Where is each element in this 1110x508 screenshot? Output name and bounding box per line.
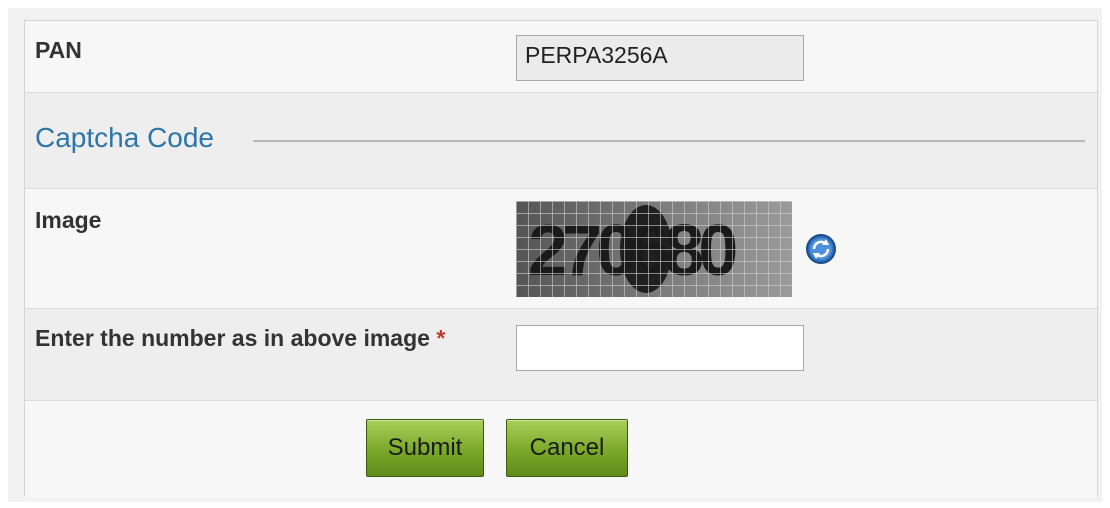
pan-label: PAN — [35, 37, 82, 63]
captcha-image: 270680 — [516, 201, 792, 297]
cancel-button[interactable]: Cancel — [506, 419, 628, 477]
enter-number-label: Enter the number as in above image * — [35, 323, 465, 353]
refresh-icon[interactable] — [805, 233, 837, 265]
captcha-number-input[interactable] — [516, 325, 804, 371]
section-divider — [253, 140, 1085, 142]
enter-number-row: Enter the number as in above image * — [25, 309, 1097, 401]
captcha-section-header: Captcha Code — [25, 93, 1097, 189]
enter-number-label-text: Enter the number as in above image — [35, 325, 430, 351]
captcha-section-title: Captcha Code — [35, 122, 215, 153]
image-label: Image — [35, 207, 102, 233]
submit-button[interactable]: Submit — [366, 419, 484, 477]
pan-row: PAN PERPA3256A — [25, 21, 1097, 93]
form-actions-row: Submit Cancel — [25, 401, 1097, 497]
captcha-graphic: 270680 — [516, 201, 792, 297]
pan-captcha-form: PAN PERPA3256A Captcha Code Image Enter … — [24, 20, 1098, 497]
pan-value-field: PERPA3256A — [516, 35, 804, 81]
captcha-image-row: Image 270680 — [25, 189, 1097, 309]
required-marker: * — [436, 325, 446, 351]
